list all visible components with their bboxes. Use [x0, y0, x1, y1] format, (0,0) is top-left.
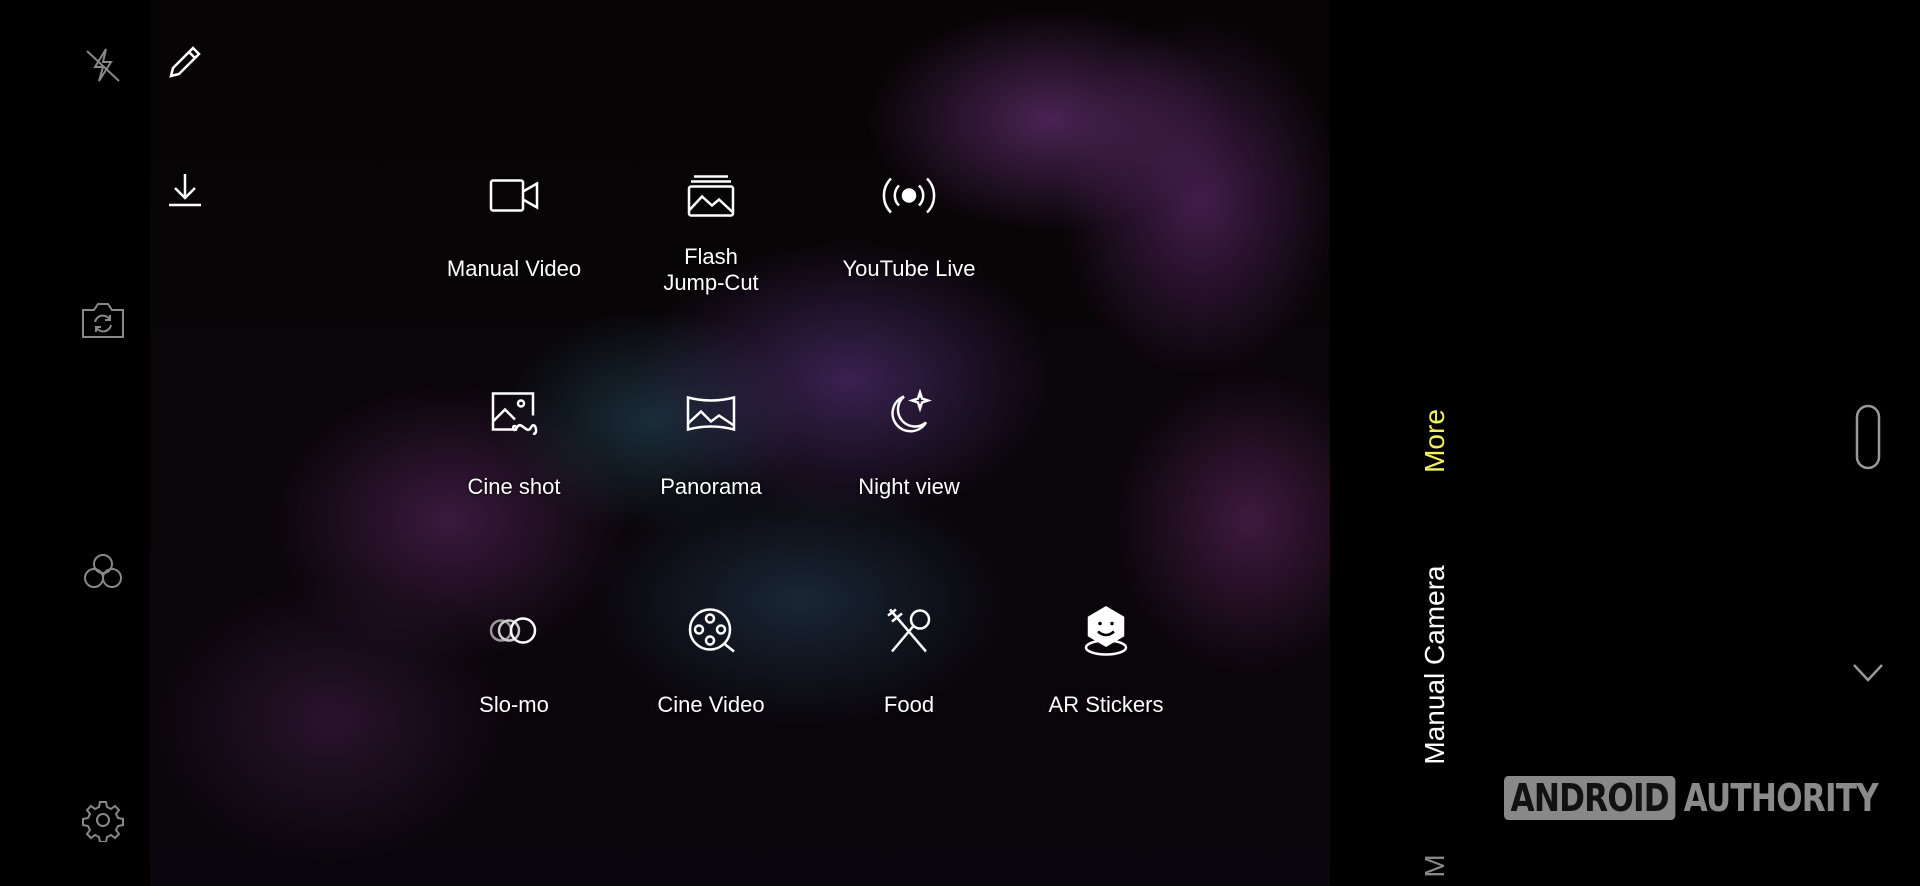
panorama-icon [685, 394, 737, 439]
left-toolbar [0, 0, 150, 886]
slo-mo-circles-icon [489, 615, 539, 652]
flash-off-icon[interactable] [81, 43, 125, 87]
mode-label: Night view [858, 474, 960, 499]
film-reel-icon [686, 606, 736, 661]
mode-label: Cine Video [657, 692, 765, 717]
watermark-android: ANDROID [1504, 776, 1676, 820]
mode-label: Manual Video [446, 256, 582, 281]
moon-star-icon [884, 388, 934, 444]
video-camera-icon [488, 176, 540, 221]
mode-label: Flash Jump-Cut [663, 244, 759, 295]
mode-label: Cine shot [467, 474, 561, 499]
mode-label: YouTube Live [842, 256, 976, 281]
stacked-image-icon [686, 173, 736, 224]
mode-tab-m[interactable]: M [1419, 854, 1451, 877]
mode-label: AR Stickers [1048, 692, 1164, 717]
mode-tab-more[interactable]: More [1419, 409, 1451, 473]
mode-label: Panorama [660, 474, 762, 499]
download-icon[interactable] [165, 170, 205, 210]
watermark-authority: AUTHORITY [1683, 776, 1879, 820]
fork-spoon-icon [884, 606, 934, 661]
chevron-down-icon[interactable] [1852, 662, 1884, 684]
right-control-panel: More Manual Camera M [1330, 0, 1920, 886]
mode-label: Food [883, 692, 935, 717]
filter-icon[interactable] [80, 550, 126, 594]
image-infinity-icon [489, 390, 539, 443]
mode-tab-manual-camera[interactable]: Manual Camera [1419, 565, 1451, 764]
broadcast-icon [876, 174, 942, 223]
settings-icon[interactable] [81, 798, 125, 842]
watermark-logo: ANDROID AUTHORITY [1504, 776, 1879, 820]
ar-sticker-icon [1081, 604, 1131, 663]
mode-label: Slo-mo [479, 692, 549, 717]
pencil-icon[interactable] [165, 42, 205, 82]
shutter-pill-icon[interactable] [1854, 403, 1882, 471]
switch-camera-icon[interactable] [80, 300, 126, 340]
camera-viewfinder[interactable] [150, 0, 1330, 886]
